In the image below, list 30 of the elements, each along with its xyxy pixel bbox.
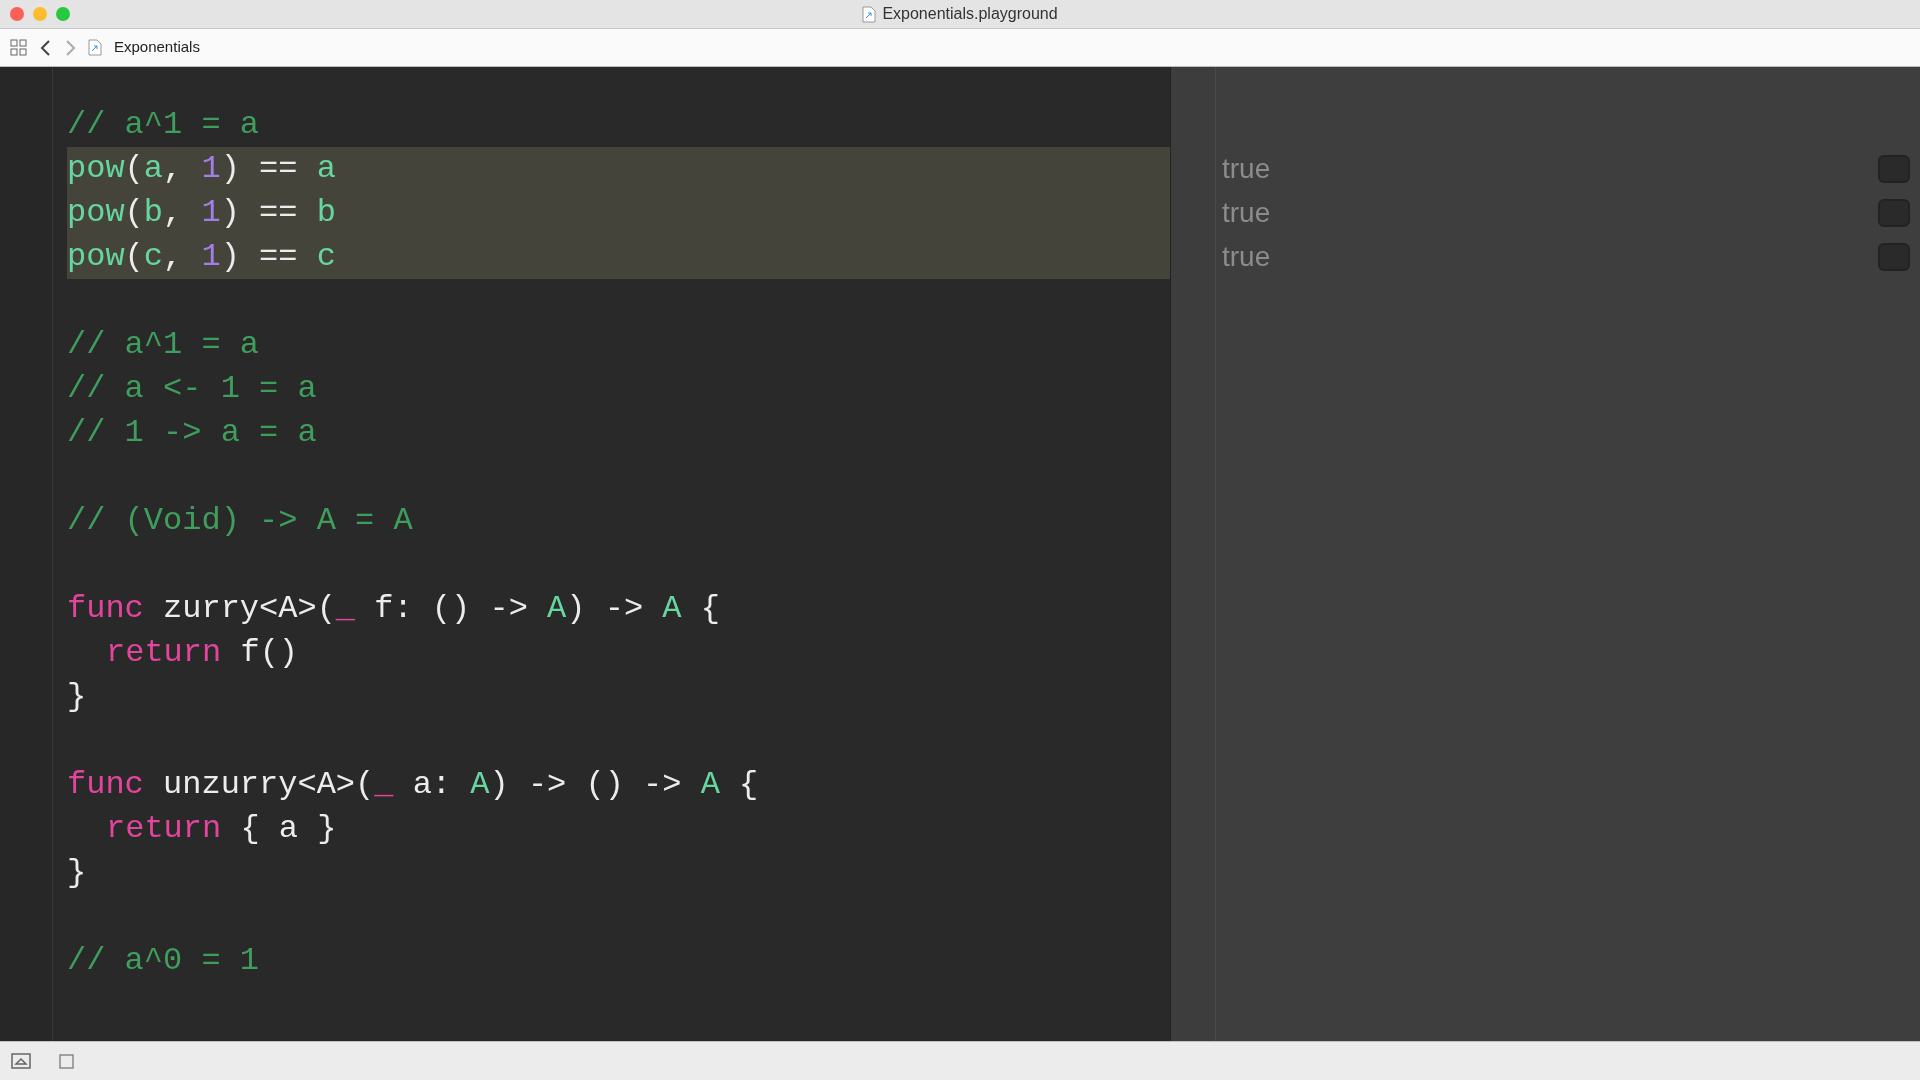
- back-icon[interactable]: [40, 38, 52, 57]
- view-result-button[interactable]: [1878, 243, 1910, 271]
- result-value: true: [1222, 196, 1271, 230]
- code-line: return { a }: [105, 809, 338, 849]
- code-line: // (Void) -> A = A: [67, 501, 414, 541]
- file-icon: [862, 5, 877, 23]
- code-line: }: [67, 853, 88, 893]
- close-button[interactable]: [10, 7, 24, 21]
- file-icon: [88, 39, 102, 56]
- forward-icon[interactable]: [64, 38, 76, 57]
- breadcrumb-item[interactable]: Exponentials: [114, 36, 200, 59]
- code-line: func zurry<A>(_ f: () -> A) -> A {: [67, 589, 721, 629]
- code-line: // a^1 = a: [67, 105, 261, 145]
- grid-icon[interactable]: [10, 38, 28, 57]
- zoom-button[interactable]: [56, 7, 70, 21]
- square-icon[interactable]: [59, 1053, 74, 1069]
- code-line: // 1 -> a = a: [67, 413, 318, 453]
- code-line: return f(): [105, 633, 300, 673]
- debug-area-toggle-icon[interactable]: [11, 1053, 31, 1069]
- code-line: // a^0 = 1: [67, 941, 261, 981]
- window-title: Exponentials.playground: [882, 4, 1058, 24]
- view-result-button[interactable]: [1878, 155, 1910, 183]
- code-line: }: [67, 677, 88, 717]
- code-line: func unzurry<A>(_ a: A) -> () -> A {: [67, 765, 760, 805]
- code-line: // a^1 = a: [67, 325, 261, 365]
- result-value: true: [1222, 240, 1271, 274]
- minimize-button[interactable]: [33, 7, 47, 21]
- result-value: true: [1222, 152, 1271, 186]
- view-result-button[interactable]: [1878, 199, 1910, 227]
- code-line: // a <- 1 = a: [67, 369, 318, 409]
